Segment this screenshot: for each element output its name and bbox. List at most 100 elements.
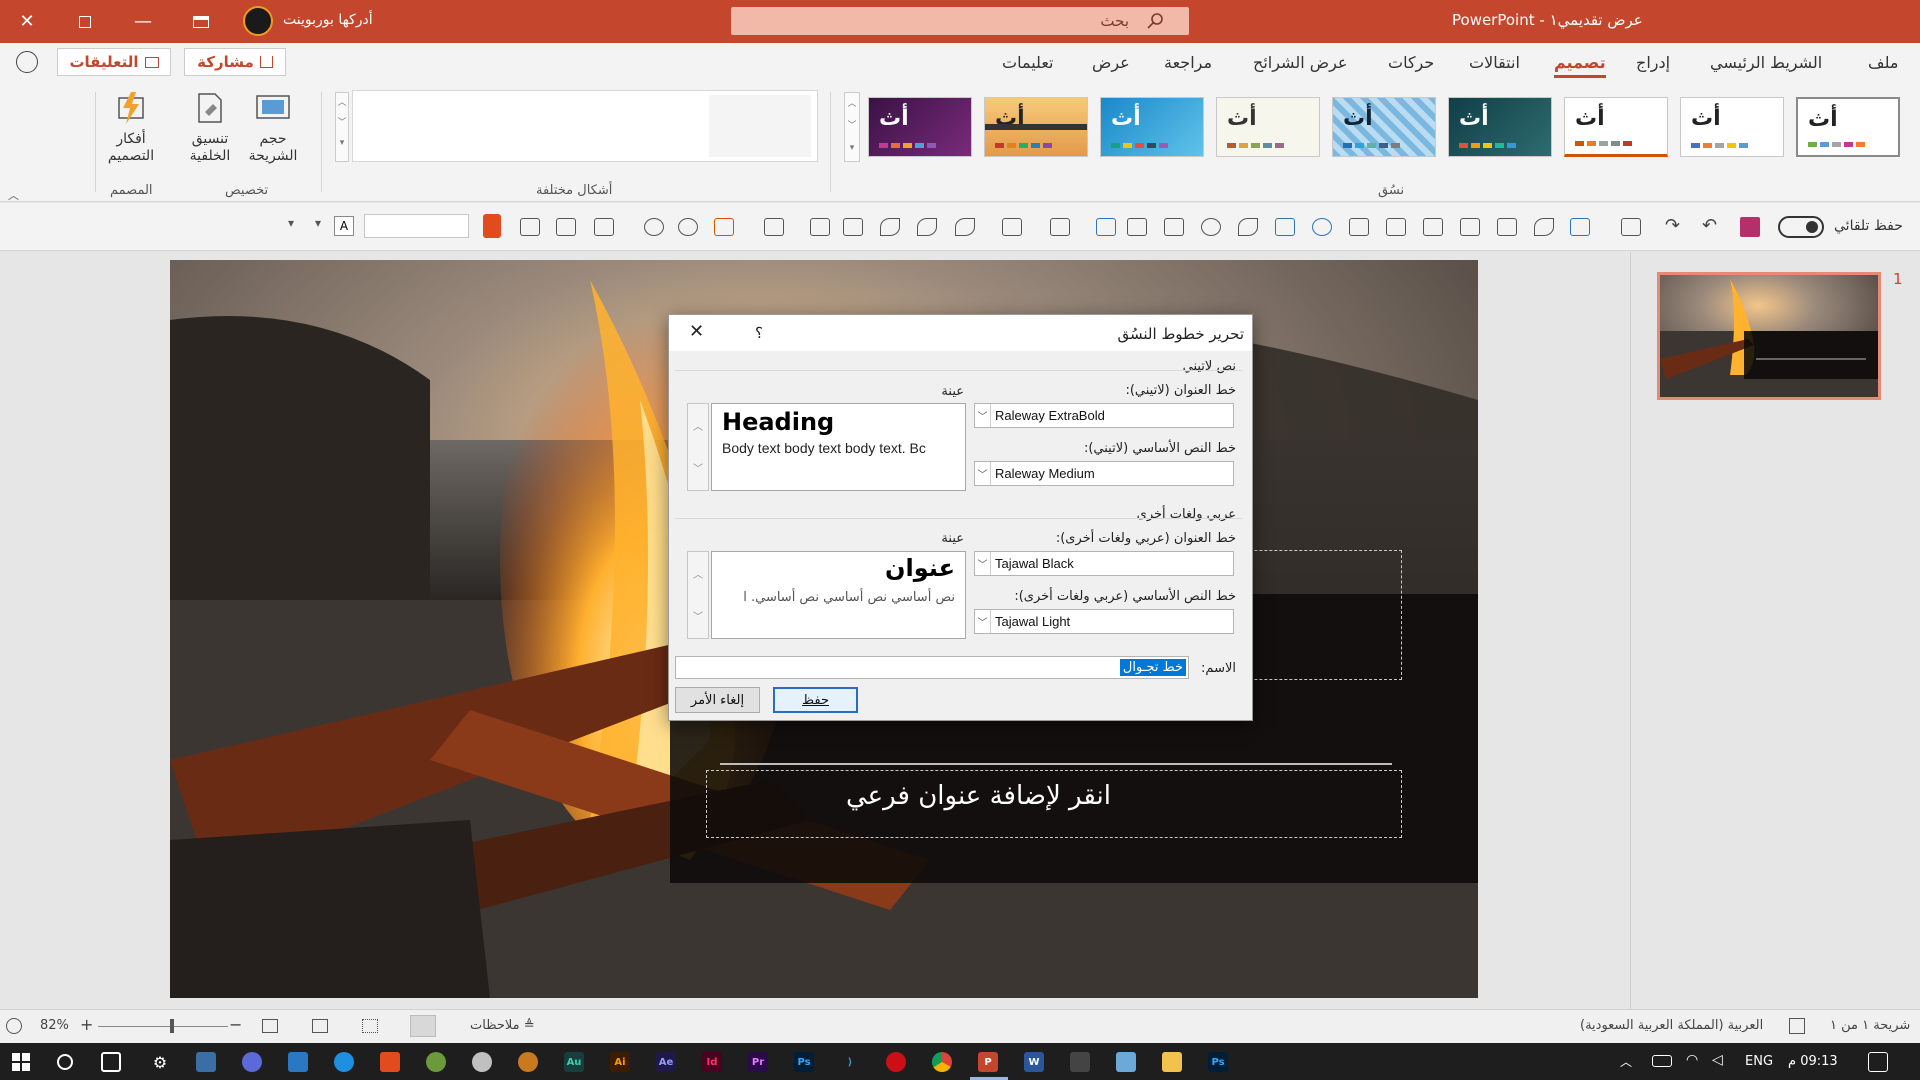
rotate-icon[interactable]	[810, 218, 830, 236]
theme-thumb-2[interactable]: أث	[984, 97, 1088, 157]
merge-shapes-icon[interactable]	[644, 218, 664, 236]
app-icon-2[interactable]	[242, 1052, 262, 1072]
design-ideas-button[interactable]: أفكار التصميم	[104, 90, 158, 170]
copy-icon[interactable]	[1423, 218, 1443, 236]
tab-help[interactable]: تعليمات	[1002, 53, 1053, 72]
arabic-heading-font-select[interactable]: ﹀ Tajawal Black	[974, 551, 1234, 576]
shapes-icon[interactable]	[1096, 218, 1116, 236]
zoom-slider-thumb[interactable]	[170, 1019, 174, 1033]
refresh-icon[interactable]	[1312, 218, 1332, 236]
accessibility-icon[interactable]	[1789, 1018, 1805, 1034]
theme-font-name-input[interactable]: خط تجـوال	[675, 656, 1189, 679]
latin-sample-scroll[interactable]: ︿ ﹀	[687, 403, 709, 491]
battery-icon[interactable]	[1652, 1055, 1672, 1067]
ribbon-display-options-button[interactable]	[176, 0, 226, 43]
slideshow-view-icon[interactable]	[262, 1019, 278, 1033]
chevron-up-icon[interactable]: ︿	[1620, 1053, 1632, 1070]
theme-thumb-5[interactable]: أث	[1332, 97, 1436, 157]
text-box-draw-icon[interactable]	[1275, 218, 1295, 236]
highlighter-icon[interactable]	[917, 218, 937, 236]
arabic-body-font-select[interactable]: ﹀ Tajawal Light	[974, 609, 1234, 634]
input-language[interactable]: ENG	[1745, 1054, 1773, 1069]
fit-to-window-icon[interactable]	[6, 1018, 22, 1034]
latin-body-font-select[interactable]: ﹀ Raleway Medium	[974, 461, 1234, 486]
volume-icon[interactable]: ◁	[1712, 1052, 1723, 1068]
premiere-icon[interactable]: Pr	[748, 1052, 768, 1072]
tab-transitions[interactable]: انتقالات	[1469, 53, 1520, 72]
latin-heading-font-select[interactable]: ﹀ Raleway ExtraBold	[974, 403, 1234, 428]
collapse-ribbon-icon[interactable]: ︿	[8, 187, 19, 203]
format-painter-icon[interactable]	[1534, 218, 1554, 236]
reading-view-icon[interactable]	[312, 1019, 328, 1033]
chevron-up-icon[interactable]: ︿	[688, 566, 708, 581]
wifi-icon[interactable]: ◠	[1686, 1052, 1698, 1068]
theme-thumb-4[interactable]: أث	[1216, 97, 1320, 157]
format-background-button[interactable]: تنسيق الخلفية	[182, 90, 238, 172]
close-window-button[interactable]: ✕	[2, 0, 52, 43]
group-icon[interactable]	[843, 218, 863, 236]
variants-gallery[interactable]	[352, 90, 818, 162]
chevron-down-icon[interactable]: ▾	[288, 216, 306, 238]
word-icon[interactable]: W	[1024, 1052, 1044, 1072]
bring-forward-icon[interactable]	[714, 218, 734, 236]
oval-icon[interactable]	[1201, 218, 1221, 236]
redo-icon[interactable]: ↷	[1665, 215, 1680, 236]
powerpoint-taskbar-icon[interactable]: P	[978, 1052, 998, 1072]
theme-thumb-7[interactable]: أث	[1564, 97, 1668, 157]
pen-icon[interactable]	[880, 218, 900, 236]
notes-button[interactable]: ≜ ملاحظات	[470, 1018, 535, 1033]
theme-thumb-6[interactable]: أث	[1448, 97, 1552, 157]
undo-icon[interactable]: ↶	[1702, 215, 1717, 236]
rectangle-outline-icon[interactable]	[1164, 218, 1184, 236]
office-icon[interactable]	[483, 214, 501, 238]
autosave-toggle[interactable]	[1778, 216, 1824, 238]
arrange-icon[interactable]	[1497, 218, 1517, 236]
eraser-icon[interactable]	[955, 218, 975, 236]
normal-view-icon[interactable]	[410, 1015, 436, 1037]
fill-icon[interactable]	[1002, 218, 1022, 236]
help-button[interactable]: ؟	[755, 324, 763, 342]
illustrator-icon[interactable]: Ai	[610, 1052, 630, 1072]
app-icon-1[interactable]	[196, 1052, 216, 1072]
outline-icon[interactable]	[1050, 218, 1070, 236]
app-icon-5[interactable]	[518, 1052, 538, 1072]
pencil-icon[interactable]	[1238, 218, 1258, 236]
comments-button[interactable]: التعليقات	[57, 48, 171, 76]
store-icon[interactable]	[288, 1052, 308, 1072]
theme-thumb-9[interactable]: أث	[1796, 97, 1900, 157]
slide-size-button[interactable]: حجم الشريحة	[242, 90, 304, 172]
minimize-window-button[interactable]: —	[118, 0, 168, 43]
chevron-up-icon[interactable]: ︿	[688, 418, 708, 433]
slide-sorter-icon[interactable]	[362, 1019, 378, 1033]
feedback-smiley-icon[interactable]	[16, 51, 38, 73]
app-icon-4[interactable]	[472, 1052, 492, 1072]
search-input[interactable]: بحث	[731, 7, 1189, 35]
slide-view-icon[interactable]	[1621, 218, 1641, 236]
font-size-input[interactable]	[364, 214, 469, 238]
calculator-icon[interactable]	[1070, 1052, 1090, 1072]
distribute-icon[interactable]	[1460, 218, 1480, 236]
rectangle-icon[interactable]	[1127, 218, 1147, 236]
save-button[interactable]: حفظ	[773, 687, 858, 713]
language-indicator[interactable]: العربية (المملكة العربية السعودية)	[1580, 1018, 1763, 1033]
after-effects-icon[interactable]: Ae	[656, 1052, 676, 1072]
settings-gear-icon[interactable]: ⚙	[150, 1052, 170, 1072]
vscode-icon[interactable]: ⟩	[840, 1052, 860, 1072]
notifications-icon[interactable]	[1868, 1052, 1888, 1072]
text-box-icon[interactable]: A	[334, 216, 354, 236]
office-taskbar-icon[interactable]	[380, 1052, 400, 1072]
print-icon[interactable]	[520, 218, 540, 236]
zoom-slider[interactable]	[98, 1019, 228, 1033]
windows-start-icon[interactable]	[12, 1053, 30, 1071]
chrome-icon[interactable]	[932, 1052, 952, 1072]
intersect-icon[interactable]	[678, 218, 698, 236]
variant-placeholder[interactable]	[709, 95, 811, 157]
duplicate-icon[interactable]	[1386, 218, 1406, 236]
zoom-in-icon[interactable]: +	[80, 1015, 93, 1034]
app-icon-3[interactable]	[426, 1052, 446, 1072]
tab-file[interactable]: ملف	[1868, 53, 1898, 72]
taskbar-search-icon[interactable]	[57, 1054, 73, 1070]
clock[interactable]: 09:13 م	[1788, 1054, 1838, 1069]
tab-review[interactable]: مراجعة	[1164, 53, 1212, 72]
indesign-icon[interactable]: Id	[702, 1052, 722, 1072]
